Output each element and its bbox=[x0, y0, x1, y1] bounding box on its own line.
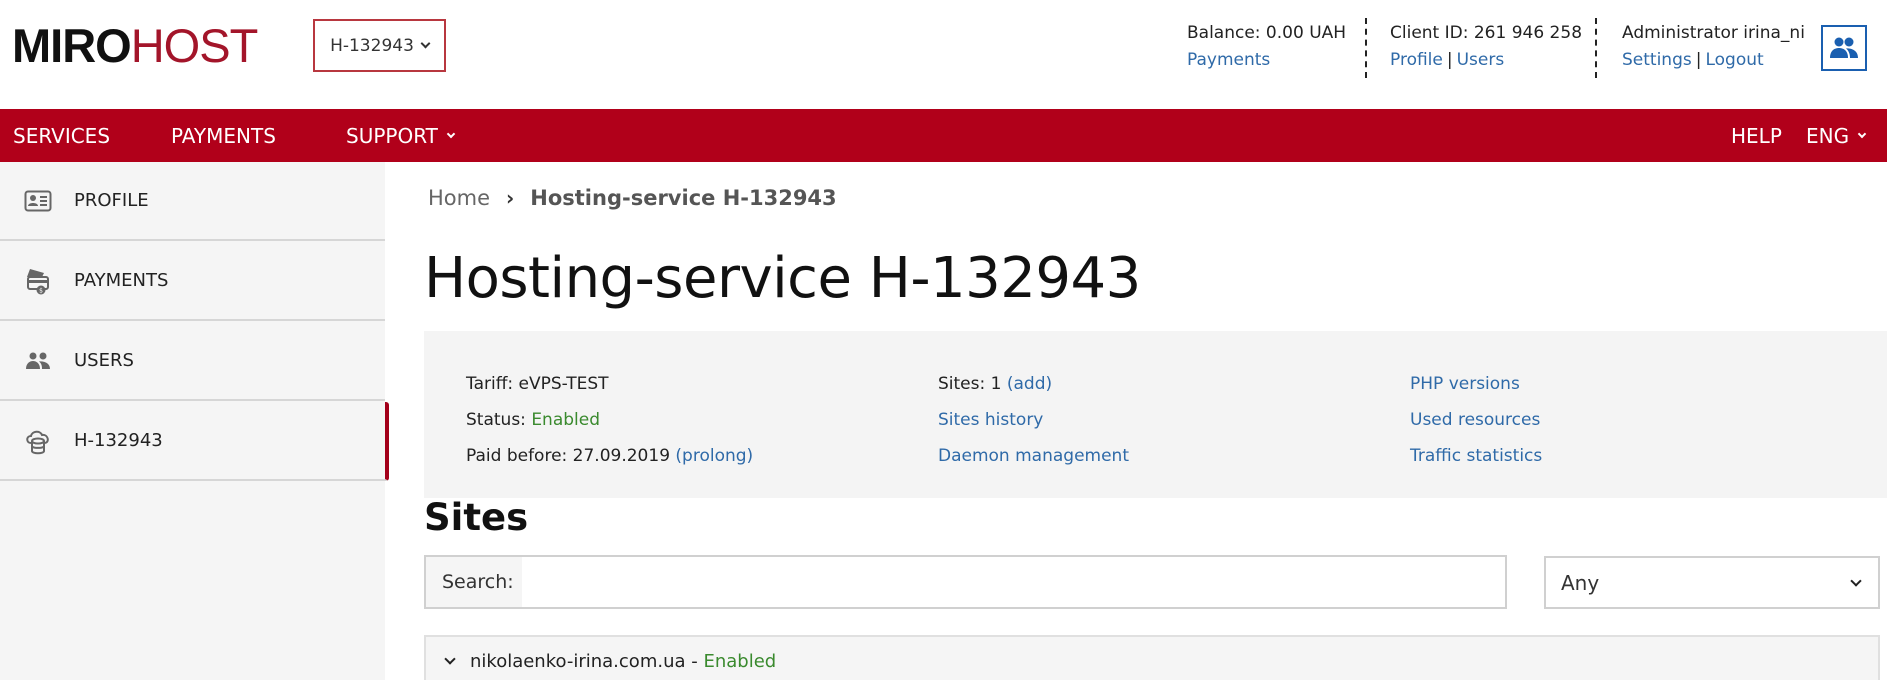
settings-link[interactable]: Settings bbox=[1622, 50, 1692, 70]
tariff-row: Tariff: eVPS-TEST bbox=[466, 366, 753, 402]
sidebar-item-label: PAYMENTS bbox=[74, 270, 169, 291]
nav-language-label: ENG bbox=[1806, 123, 1850, 148]
nav-help[interactable]: HELP bbox=[1731, 109, 1782, 162]
tariff-value: eVPS-TEST bbox=[518, 374, 609, 394]
logo-text-host: HOST bbox=[130, 18, 259, 72]
balance-block: Balance: 0.00 UAH Payments bbox=[1187, 20, 1346, 74]
nav-support-label: SUPPORT bbox=[346, 123, 438, 148]
nav-payments-label: PAYMENTS bbox=[171, 123, 276, 148]
divider bbox=[1365, 18, 1367, 78]
site-status: Enabled bbox=[703, 650, 777, 672]
used-resources-link[interactable]: Used resources bbox=[1410, 410, 1540, 430]
logout-link[interactable]: Logout bbox=[1705, 50, 1763, 70]
sidebar-item-users[interactable]: USERS bbox=[0, 322, 385, 401]
chevron-down-icon bbox=[1850, 574, 1862, 587]
service-info-panel: Tariff: eVPS-TEST Status: Enabled Paid b… bbox=[424, 331, 1887, 498]
service-selector-value: H-132943 bbox=[330, 35, 414, 56]
sidebar-item-label: H-132943 bbox=[74, 430, 163, 451]
search-label: Search: bbox=[426, 557, 522, 607]
divider bbox=[1595, 18, 1597, 78]
tariff-label: Tariff: bbox=[466, 374, 514, 394]
payment-card-icon: $ bbox=[24, 267, 52, 295]
breadcrumb-home[interactable]: Home bbox=[428, 186, 490, 210]
status-row: Status: Enabled bbox=[466, 402, 753, 438]
sidebar-item-label: PROFILE bbox=[74, 190, 149, 211]
svg-text:$: $ bbox=[39, 287, 43, 294]
paid-before-row: Paid before: 27.09.2019 (prolong) bbox=[466, 438, 753, 474]
nav-services[interactable]: SERVICES bbox=[13, 109, 110, 162]
header: MIRO HOST H-132943 Balance: 0.00 UAH Paym… bbox=[0, 0, 1887, 109]
sites-section-title: Sites bbox=[424, 496, 529, 539]
prolong-link[interactable]: (prolong) bbox=[675, 446, 753, 466]
page-title: Hosting-service H-132943 bbox=[424, 246, 1141, 311]
status-badge: Enabled bbox=[531, 410, 601, 430]
paid-before-label: Paid before: bbox=[466, 446, 568, 466]
info-column-sites: Sites: 1 (add) Sites history Daemon mana… bbox=[938, 366, 1129, 474]
service-selector[interactable]: H-132943 bbox=[313, 19, 446, 72]
info-column-general: Tariff: eVPS-TEST Status: Enabled Paid b… bbox=[466, 366, 753, 474]
php-versions-link[interactable]: PHP versions bbox=[1410, 374, 1520, 394]
cloud-database-icon bbox=[24, 427, 52, 455]
nav-help-label: HELP bbox=[1731, 123, 1782, 148]
link-separator: | bbox=[1446, 50, 1453, 70]
chevron-down-icon bbox=[420, 38, 431, 49]
nav-services-label: SERVICES bbox=[13, 123, 111, 148]
daemon-management-link[interactable]: Daemon management bbox=[938, 446, 1129, 466]
chevron-down-icon[interactable] bbox=[444, 653, 456, 665]
mirohost-logo[interactable]: MIRO HOST bbox=[12, 18, 259, 72]
add-site-link[interactable]: (add) bbox=[1007, 374, 1052, 394]
link-separator: | bbox=[1695, 50, 1702, 70]
site-domain: nikolaenko-irina.com.ua bbox=[470, 650, 686, 672]
status-filter-value: Any bbox=[1561, 570, 1600, 595]
breadcrumb-current: Hosting-service H-132943 bbox=[530, 186, 837, 210]
paid-before-value: 27.09.2019 bbox=[572, 446, 671, 466]
site-search: Search: bbox=[424, 555, 1507, 609]
breadcrumb: Home › Hosting-service H-132943 bbox=[428, 186, 837, 210]
nav-payments[interactable]: PAYMENTS bbox=[171, 109, 276, 162]
sites-count-row: Sites: 1 (add) bbox=[938, 366, 1129, 402]
chevron-down-icon bbox=[446, 129, 456, 138]
users-icon bbox=[1830, 37, 1858, 58]
logo-text-miro: MIRO bbox=[12, 18, 132, 72]
payments-link[interactable]: Payments bbox=[1187, 50, 1270, 70]
sites-count-label: Sites: bbox=[938, 374, 986, 394]
main-nav: SERVICES PAYMENTS SUPPORT HELP ENG bbox=[0, 109, 1887, 162]
site-separator: - bbox=[685, 650, 704, 672]
client-id-label: Client ID: 261 946 258 bbox=[1390, 23, 1583, 43]
search-input[interactable] bbox=[522, 557, 1505, 607]
nav-support[interactable]: SUPPORT bbox=[346, 109, 456, 162]
client-block: Client ID: 261 946 258 Profile | Users bbox=[1390, 20, 1582, 74]
status-label: Status: bbox=[466, 410, 526, 430]
user-label: Administrator irina_ni bbox=[1622, 23, 1805, 43]
id-card-icon bbox=[24, 187, 52, 215]
user-block: Administrator irina_ni Settings | Logout bbox=[1622, 20, 1805, 74]
traffic-statistics-link[interactable]: Traffic statistics bbox=[1410, 446, 1542, 466]
account-users-button[interactable] bbox=[1821, 25, 1867, 71]
profile-link[interactable]: Profile bbox=[1390, 50, 1443, 70]
sites-count-value: 1 bbox=[990, 374, 1002, 394]
info-column-tools: PHP versions Used resources Traffic stat… bbox=[1410, 366, 1542, 474]
users-icon bbox=[24, 347, 52, 375]
users-link[interactable]: Users bbox=[1457, 50, 1505, 70]
status-filter-select[interactable]: Any bbox=[1544, 556, 1880, 609]
sidebar-item-profile[interactable]: PROFILE bbox=[0, 162, 385, 241]
chevron-right-icon: › bbox=[506, 186, 515, 210]
sidebar: PROFILE $ PAYMENTS USERS H-132943 bbox=[0, 162, 389, 680]
balance-label: Balance: 0.00 UAH bbox=[1187, 23, 1347, 43]
sidebar-item-payments[interactable]: $ PAYMENTS bbox=[0, 242, 385, 321]
sidebar-item-label: USERS bbox=[74, 350, 134, 371]
nav-language[interactable]: ENG bbox=[1806, 109, 1867, 162]
sites-history-link[interactable]: Sites history bbox=[938, 410, 1043, 430]
chevron-down-icon bbox=[1857, 129, 1867, 138]
sidebar-item-hosting-service[interactable]: H-132943 bbox=[0, 402, 389, 481]
site-list-item[interactable]: nikolaenko-irina.com.ua - Enabled bbox=[424, 635, 1880, 680]
